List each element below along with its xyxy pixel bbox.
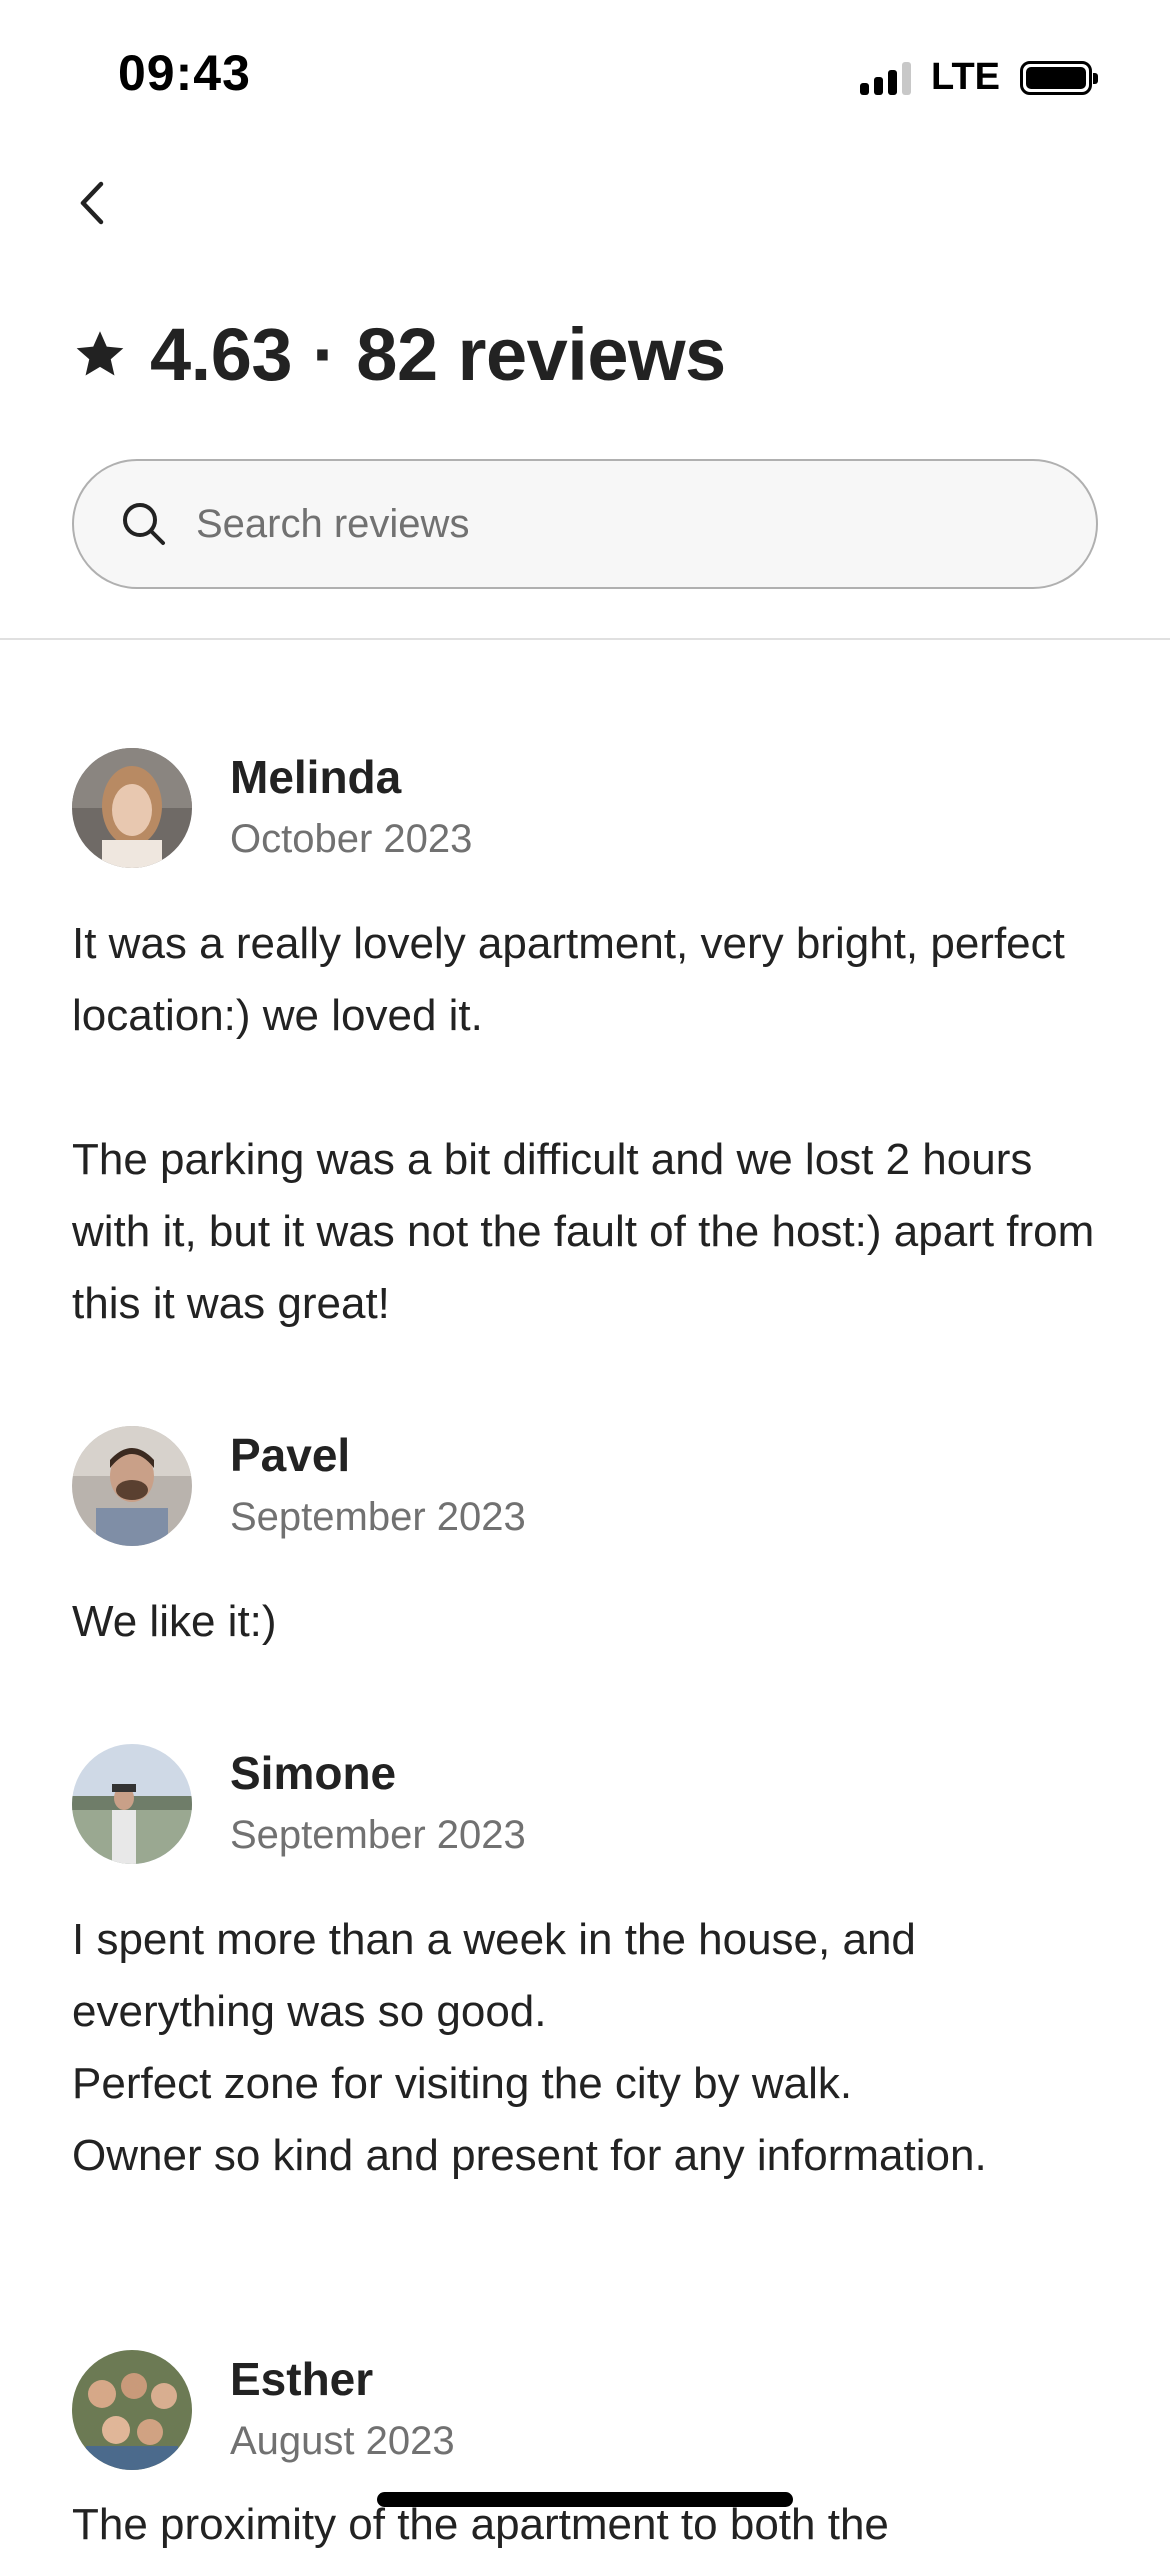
star-icon [76,330,124,376]
reviewer-name: Pavel [230,1429,351,1481]
review-header: Pavel September 2023 [72,1426,1102,1546]
avatar[interactable] [72,748,192,868]
reviewer-meta: Esther August 2023 [230,2350,455,2470]
avatar[interactable] [72,1426,192,1546]
review-text: I spent more than a week in the house, a… [72,1904,1102,2192]
reviewer-meta: Simone September 2023 [230,1744,526,1864]
review-paragraph: It was a really lovely apartment, very b… [72,919,1065,1040]
chevron-left-icon [80,181,104,225]
reviewer-name: Esther [230,2353,374,2405]
review-line: Perfect zone for visiting the city by wa… [72,2059,853,2108]
review-date: August 2023 [230,2419,455,2463]
status-time: 09:43 [118,45,251,101]
reviewer-name: Melinda [230,751,402,803]
search-icon [123,503,165,545]
status-bar: 09:43 LTE [0,0,1170,150]
review-date: September 2023 [230,1495,526,1539]
reviewer-name: Simone [230,1747,397,1799]
review-header: Melinda October 2023 [72,748,1102,868]
review-text: We like it:) [72,1586,1102,1658]
avatar[interactable] [72,2350,192,2470]
network-type: LTE [931,56,1000,98]
review-text-partial: The proximity of the apartment to both t… [72,2500,889,2549]
review-line: Owner so kind and present for any inform… [72,2131,987,2180]
review-item: Melinda October 2023 It was a really lov… [72,748,1102,1340]
review-header: Simone September 2023 [72,1744,1102,1864]
review-text: It was a really lovely apartment, very b… [72,908,1102,1340]
back-button[interactable] [62,172,124,234]
review-date: September 2023 [230,1813,526,1857]
review-item: Pavel September 2023 We like it:) [72,1426,1102,1658]
search-bar[interactable] [72,459,1098,589]
review-paragraph: The parking was a bit difficult and we l… [72,1135,1095,1328]
rating-header: 4.63 · 82 reviews [72,312,726,397]
battery-icon [1020,60,1098,95]
page-title: 4.63 · 82 reviews [150,313,726,396]
review-header: Esther August 2023 [72,2350,1102,2470]
review-item: Esther August 2023 [72,2350,1102,2470]
reviewer-meta: Pavel September 2023 [230,1426,526,1546]
review-line: I spent more than a week in the house, a… [72,1915,916,2036]
review-item: Simone September 2023 I spent more than … [72,1744,1102,2192]
review-paragraph: We like it:) [72,1597,277,1646]
review-date: October 2023 [230,817,473,861]
reviewer-meta: Melinda October 2023 [230,748,472,868]
status-indicators: LTE [860,56,1098,99]
search-input[interactable] [194,500,1058,548]
signal-strength-icon [860,61,912,95]
avatar[interactable] [72,1744,192,1864]
home-indicator[interactable] [377,2492,793,2507]
divider [0,638,1170,640]
